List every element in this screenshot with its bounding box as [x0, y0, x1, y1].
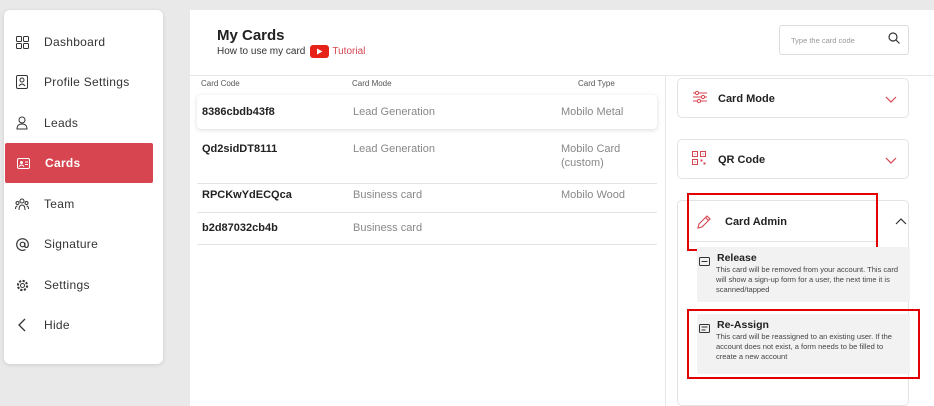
column-header-mode: Card Mode	[352, 79, 392, 88]
sidebar-item-label: Settings	[44, 278, 90, 292]
release-title: Release	[717, 252, 757, 264]
search-box[interactable]	[779, 25, 909, 55]
profile-icon	[14, 74, 30, 90]
column-header-type: Card Type	[578, 79, 615, 88]
gear-icon	[14, 277, 30, 293]
sidebar-item-label: Dashboard	[44, 35, 106, 49]
card-type: Mobilo Wood	[561, 189, 625, 201]
tutorial-link[interactable]: Tutorial	[332, 46, 365, 57]
chevron-down-icon[interactable]	[884, 92, 898, 106]
sidebar-item-signature[interactable]: Signature	[4, 224, 163, 264]
youtube-icon[interactable]	[310, 45, 330, 58]
card-code: 8386cbdb43f8	[202, 106, 275, 118]
user-icon	[14, 115, 30, 131]
search-icon[interactable]	[888, 31, 900, 49]
card-icon	[699, 253, 711, 266]
release-description: This card will be removed from your acco…	[716, 265, 899, 294]
team-icon	[14, 196, 30, 212]
card-type: Mobilo Card	[561, 143, 621, 155]
column-divider	[665, 75, 666, 406]
table-row[interactable]: 8386cbdb43f8 Lead Generation Mobilo Meta…	[197, 95, 657, 129]
card-mode: Business card	[353, 222, 423, 234]
table-row[interactable]: RPCKwYdECQca Business card Mobilo Wood	[197, 184, 657, 212]
column-header-code: Card Code	[201, 79, 240, 88]
sidebar-item-label: Signature	[44, 237, 99, 251]
sidebar-item-profile-settings[interactable]: Profile Settings	[4, 62, 163, 102]
release-option[interactable]: Release This card will be removed from y…	[697, 247, 910, 302]
sidebar-item-label: Profile Settings	[44, 75, 130, 89]
chevron-left-icon	[14, 317, 30, 333]
card-mode-label: Card Mode	[718, 93, 775, 105]
card-code: Qd2sidDT8111	[202, 143, 278, 155]
sidebar-item-settings[interactable]: Settings	[4, 265, 163, 305]
dashboard-icon	[14, 34, 30, 50]
at-icon	[14, 236, 30, 252]
card-mode-panel[interactable]: Card Mode	[677, 78, 909, 118]
row-divider	[197, 244, 657, 245]
sidebar-item-label: Team	[44, 197, 75, 211]
header-divider	[190, 75, 934, 76]
howto-text: How to use my card	[217, 46, 306, 57]
sidebar-item-hide[interactable]: Hide	[4, 305, 163, 345]
card-icon	[15, 155, 31, 171]
sidebar-item-leads[interactable]: Leads	[4, 103, 163, 143]
qr-code-icon	[692, 151, 708, 167]
card-code: b2d87032cb4b	[202, 222, 278, 234]
qr-code-label: QR Code	[718, 154, 766, 166]
qr-code-panel[interactable]: QR Code	[677, 139, 909, 179]
card-code: RPCKwYdECQca	[202, 189, 292, 201]
search-input[interactable]	[791, 35, 879, 45]
chevron-up-icon[interactable]	[894, 215, 908, 229]
sidebar-item-label: Hide	[44, 318, 70, 332]
sidebar-item-dashboard[interactable]: Dashboard	[4, 22, 163, 62]
highlight-box-card-admin	[687, 193, 878, 251]
card-mode: Lead Generation	[353, 143, 435, 155]
table-row[interactable]: b2d87032cb4b Business card	[197, 213, 657, 243]
card-mode: Business card	[353, 189, 423, 201]
sliders-icon	[692, 90, 708, 106]
sidebar-item-cards[interactable]: Cards	[5, 143, 153, 183]
howto-line: How to use my card Tutorial	[217, 45, 365, 58]
sidebar-item-label: Leads	[44, 116, 79, 130]
chevron-down-icon[interactable]	[884, 153, 898, 167]
sidebar-item-team[interactable]: Team	[4, 184, 163, 224]
table-row[interactable]: Qd2sidDT8111 Lead Generation Mobilo Card…	[197, 135, 657, 183]
highlight-box-reassign	[687, 309, 920, 379]
card-type: Mobilo Metal	[561, 106, 624, 118]
card-mode: Lead Generation	[353, 106, 435, 118]
main-content: My Cards How to use my card Tutorial Car…	[190, 10, 934, 406]
page-title: My Cards	[217, 27, 285, 44]
sidebar-item-label: Cards	[45, 156, 81, 170]
card-type-line2: (custom)	[561, 157, 604, 169]
sidebar: Dashboard Profile Settings Leads Cards T…	[4, 10, 163, 364]
